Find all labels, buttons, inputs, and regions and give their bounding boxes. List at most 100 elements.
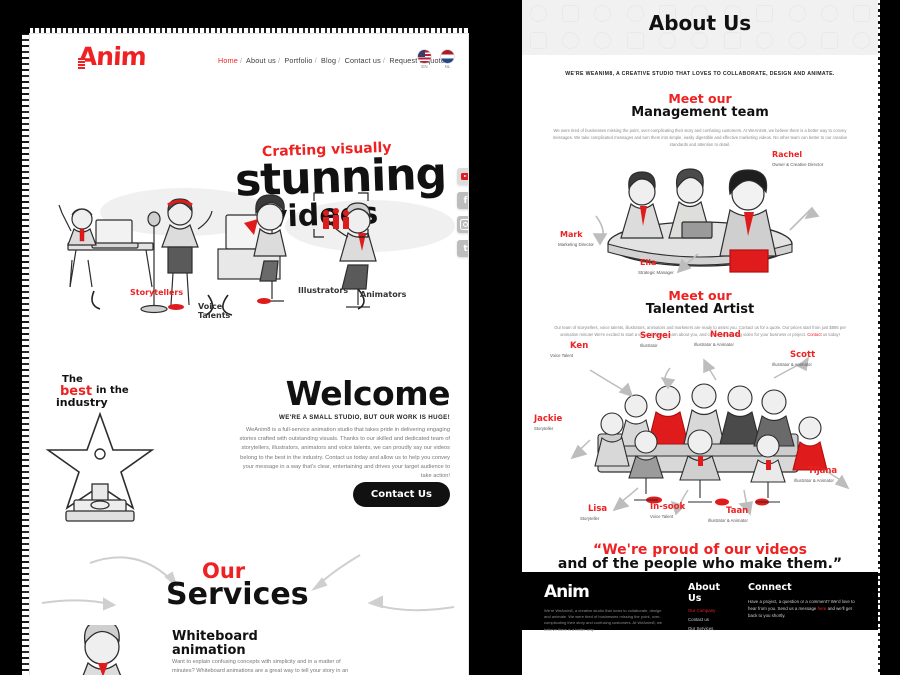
language-switcher[interactable]: EN NL (418, 50, 454, 69)
nav-item-home[interactable]: Home (218, 56, 238, 65)
member-name-rachel: Rachel (772, 150, 803, 159)
site-footer: Anim We're WeAnim8, a creative studio th… (522, 572, 878, 632)
artist-name-jackie: Jackie (534, 414, 563, 424)
artist-name-taan: Taan (726, 506, 749, 516)
artists-heading: Talented Artist (645, 302, 755, 317)
footer-link-contact-us[interactable]: Contact us (688, 617, 722, 622)
footer-about-column: About Us Our Company Contact us Our Serv… (688, 582, 722, 631)
services-section: Our Services Whiteboard animation Want t… (30, 545, 468, 675)
service-item-body: Want to explain confusing concepts with … (172, 659, 349, 674)
hero-illustration (58, 192, 377, 316)
welcome-body-text: WeAnim8 is a full-service animation stud… (239, 427, 450, 480)
about-tagline: WE'RE WEANIM8, A CREATIVE STUDIO THAT LO… (565, 71, 835, 77)
instagram-icon[interactable] (457, 216, 468, 233)
artist-name-sergei: Sergei (640, 331, 671, 341)
footer-link-our-services[interactable]: Our Services (688, 626, 722, 631)
management-figures (592, 168, 820, 274)
artist-name-nenad: Nenad (710, 330, 741, 340)
language-option-en[interactable]: EN (418, 50, 431, 69)
twitter-icon[interactable]: t (457, 240, 468, 257)
artist-role-sergei: Illustrator (640, 343, 658, 348)
main-navigation[interactable]: Home / About us / Portfolio / Blog / Contact… (218, 56, 445, 65)
site-logo[interactable]: Anim (77, 42, 146, 71)
artist-name-tijana: Tijana (808, 466, 838, 476)
artist-role-nenad: Illustrator & Animator (694, 342, 734, 347)
flag-us-icon (418, 50, 431, 63)
artist-role-in-sook: Voice Talent (650, 514, 674, 519)
artist-name-scott: Scott (790, 350, 816, 360)
footer-brand-column: Anim We're WeAnim8, a creative studio th… (544, 582, 662, 632)
artist-role-scott: Illustrator & Animator (772, 362, 812, 367)
artist-role-lisa: Storyteller (580, 516, 600, 521)
youtube-icon[interactable] (457, 168, 468, 185)
nav-separator: / (239, 56, 243, 65)
welcome-section: The best in the industry Welcome WE'RE A… (30, 370, 468, 545)
language-code-nl: NL (444, 64, 451, 69)
language-option-nl[interactable]: NL (441, 50, 454, 69)
nav-separator: / (277, 56, 281, 65)
management-team-illustration: Rachel Owner & Creative Director Mark Ma… (522, 148, 878, 278)
artist-role-tijana: Illustrator & Animator (794, 478, 834, 483)
logo-mark (78, 58, 85, 69)
badge-word-industry: industry (56, 396, 108, 409)
whiteboard-presenter-illustration (82, 625, 122, 675)
welcome-heading: Welcome (285, 374, 451, 413)
footer-link-our-company[interactable]: Our Company (688, 608, 722, 613)
facebook-icon[interactable]: f (457, 192, 468, 209)
artist-role-taan: Illustrator & Animator (708, 518, 748, 523)
member-name-mark: Mark (560, 230, 583, 239)
hero-role-animators: Animators (360, 290, 407, 299)
services-heading: Services (166, 577, 309, 612)
footer-logo[interactable]: Anim (544, 582, 662, 602)
artists-pre-heading: Meet our (668, 288, 732, 303)
artist-role-jackie: Storyteller (534, 426, 554, 431)
footer-about-title: About Us (688, 582, 720, 604)
artists-body-part-1: Our team of storytellers, voice talents,… (554, 325, 846, 337)
social-rail[interactable]: f t (457, 168, 468, 257)
artists-body-part-2: us today! (821, 332, 840, 337)
about-page-screenshot: About Us WE'RE WEANIM8, A CREATIVE STUDI… (522, 0, 878, 675)
trophy-star-illustration (45, 412, 155, 522)
nav-item-about-us[interactable]: About us (246, 56, 276, 65)
nav-item-portfolio[interactable]: Portfolio (284, 56, 312, 65)
service-item-title: Whiteboard animation (172, 629, 258, 658)
member-name-ella: Ella (640, 258, 657, 267)
hero-role-voice-talents: Voice Talents (198, 302, 231, 320)
artist-name-ken: Ken (570, 341, 589, 351)
flag-nl-icon (441, 50, 454, 63)
artist-name-lisa: Lisa (588, 504, 608, 514)
artist-name-in-sook: In-sook (650, 502, 686, 512)
site-header: Anim Home / About us / Portfolio / Blog / Co… (30, 34, 468, 80)
hero-section: Crafting visually stunning videos Storyt… (30, 80, 468, 370)
hero-role-storytellers: Storytellers (130, 288, 184, 297)
nav-separator: / (382, 56, 386, 65)
nav-item-blog[interactable]: Blog (321, 56, 336, 65)
hero-role-illustrators: Illustrators (298, 286, 349, 295)
nav-separator: / (338, 56, 341, 65)
management-heading: Management team (631, 105, 769, 120)
management-body-text: We were tired of businesses missing the … (552, 128, 848, 147)
page-title: About Us (648, 11, 752, 35)
artists-group-illustration: Ken Voice Talent Sergei Illustrator Nena… (522, 330, 878, 538)
contact-us-button[interactable]: Contact Us (352, 482, 450, 507)
about-hero-banner: About Us (522, 0, 878, 55)
language-code-en: EN (421, 64, 428, 69)
nav-item-contact-us[interactable]: Contact us (345, 56, 381, 65)
artist-role-ken: Voice Talent (550, 353, 574, 358)
welcome-subheading: WE'RE A SMALL STUDIO, BUT OUR WORK IS HU… (279, 414, 450, 421)
artists-body-contact-link[interactable]: Contact (807, 332, 821, 337)
member-role-ella: Strategic Manager (638, 270, 674, 275)
footer-connect-title: Connect (748, 582, 792, 593)
footer-about-text: We're WeAnim8, a creative studio that lo… (544, 608, 662, 632)
best-in-industry-badge: The best in the industry (38, 370, 188, 522)
artists-body-text: Our team of storytellers, voice talents,… (550, 324, 850, 338)
artists-figures (570, 356, 850, 516)
management-pre-heading: Meet our (668, 91, 732, 106)
company-quote: “We're proud of our videos and of the pe… (522, 542, 878, 572)
home-page-screenshot: Anim Home / About us / Portfolio / Blog / Co… (30, 34, 468, 675)
member-role-mark: Marketing Director (558, 242, 594, 247)
badge-word-in-the: in the (96, 385, 129, 396)
footer-connect-text: Have a project, a question or a comment?… (748, 598, 856, 619)
member-role-rachel: Owner & Creative Director (772, 162, 824, 167)
footer-connect-column: Connect Have a project, a question or a … (748, 582, 856, 630)
